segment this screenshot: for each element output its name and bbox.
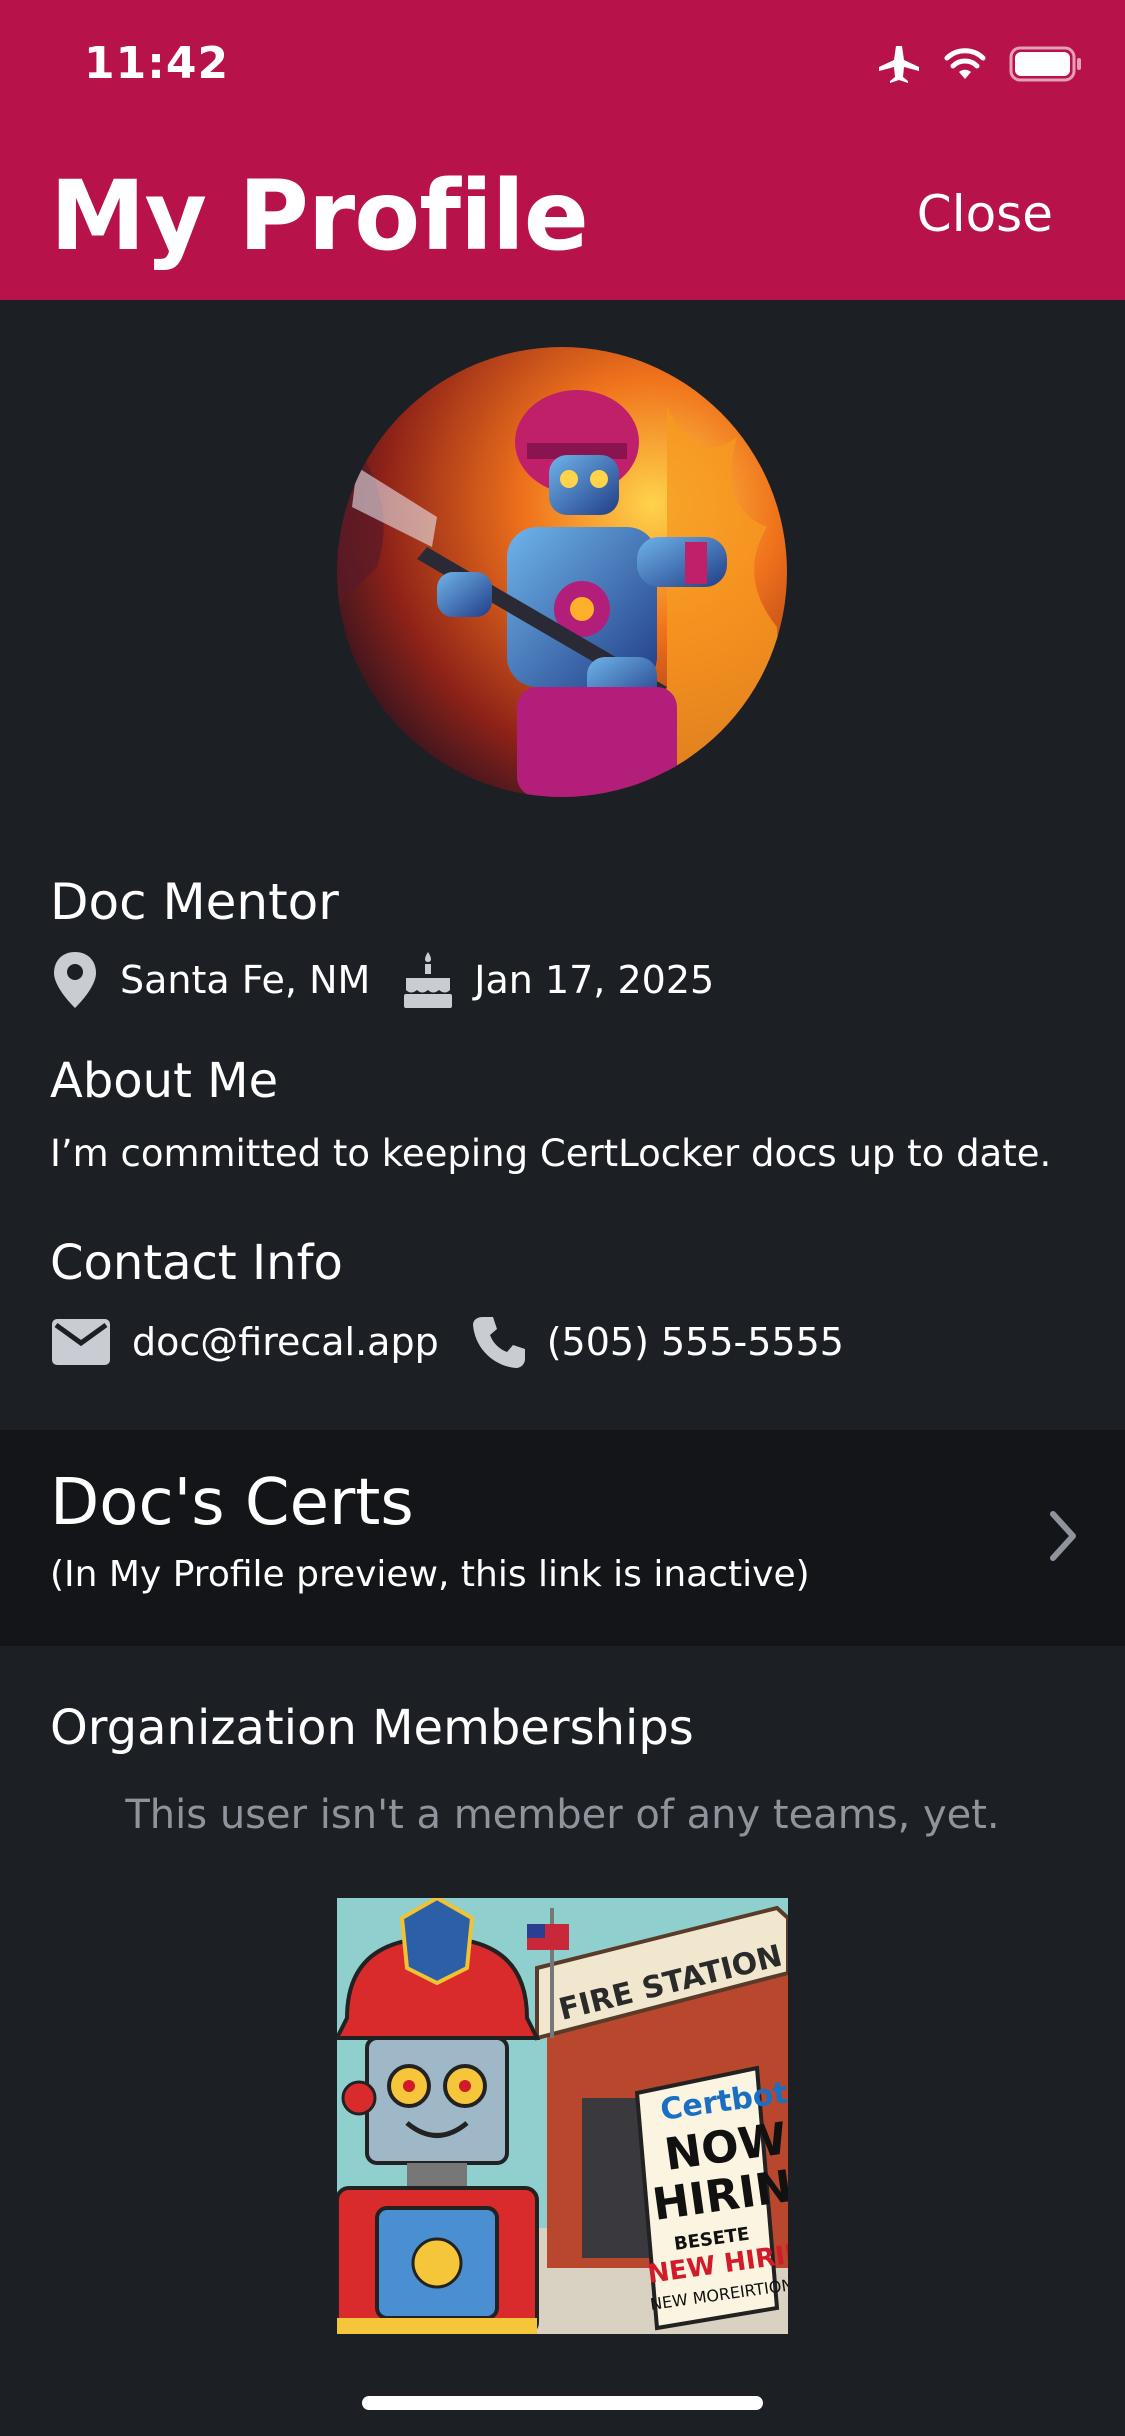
about-heading: About Me	[50, 1053, 279, 1109]
contact-row: doc@firecal.app (505) 555-5555	[50, 1310, 844, 1374]
organizations-heading: Organization Memberships	[50, 1700, 694, 1756]
email-item: doc@firecal.app	[50, 1317, 439, 1367]
certs-title: Doc's Certs	[50, 1466, 414, 1540]
hiring-poster-image: FIRE STATION Certbot NOW HIRING BESETE N…	[337, 1898, 788, 2334]
birthday-item: Jan 17, 2025	[400, 950, 714, 1010]
close-button[interactable]: Close	[917, 185, 1053, 243]
profile-meta-row: Santa Fe, NM Jan 17, 2025	[50, 948, 714, 1012]
birthday-text: Jan 17, 2025	[474, 958, 715, 1002]
certs-subtitle: (In My Profile preview, this link is ina…	[50, 1554, 810, 1595]
phone-icon	[471, 1314, 527, 1370]
location-text: Santa Fe, NM	[120, 958, 371, 1002]
header-bar: 11:42 My Profile Close	[0, 0, 1125, 300]
certs-link[interactable]: Doc's Certs (In My Profile preview, this…	[0, 1430, 1125, 1646]
email-text: doc@firecal.app	[132, 1320, 439, 1364]
status-time: 11:42	[84, 38, 230, 89]
phone-text: (505) 555-5555	[546, 1320, 844, 1364]
wifi-icon	[943, 46, 987, 86]
contact-heading: Contact Info	[50, 1235, 343, 1291]
location-item: Santa Fe, NM	[50, 950, 370, 1010]
battery-icon	[1009, 45, 1083, 87]
about-text: I’m committed to keeping CertLocker docs…	[50, 1132, 1052, 1175]
airplane-icon	[877, 44, 921, 88]
phone-item: (505) 555-5555	[471, 1314, 844, 1370]
cake-icon	[400, 950, 456, 1010]
chevron-right-icon	[1045, 1508, 1081, 1568]
location-pin-icon	[50, 950, 100, 1010]
avatar	[337, 347, 787, 797]
mail-icon	[50, 1317, 112, 1367]
home-indicator	[362, 2396, 763, 2410]
page-title: My Profile	[50, 160, 589, 272]
status-icons	[877, 44, 1083, 88]
organizations-empty-text: This user isn't a member of any teams, y…	[125, 1792, 1000, 1838]
profile-name: Doc Mentor	[50, 873, 339, 931]
